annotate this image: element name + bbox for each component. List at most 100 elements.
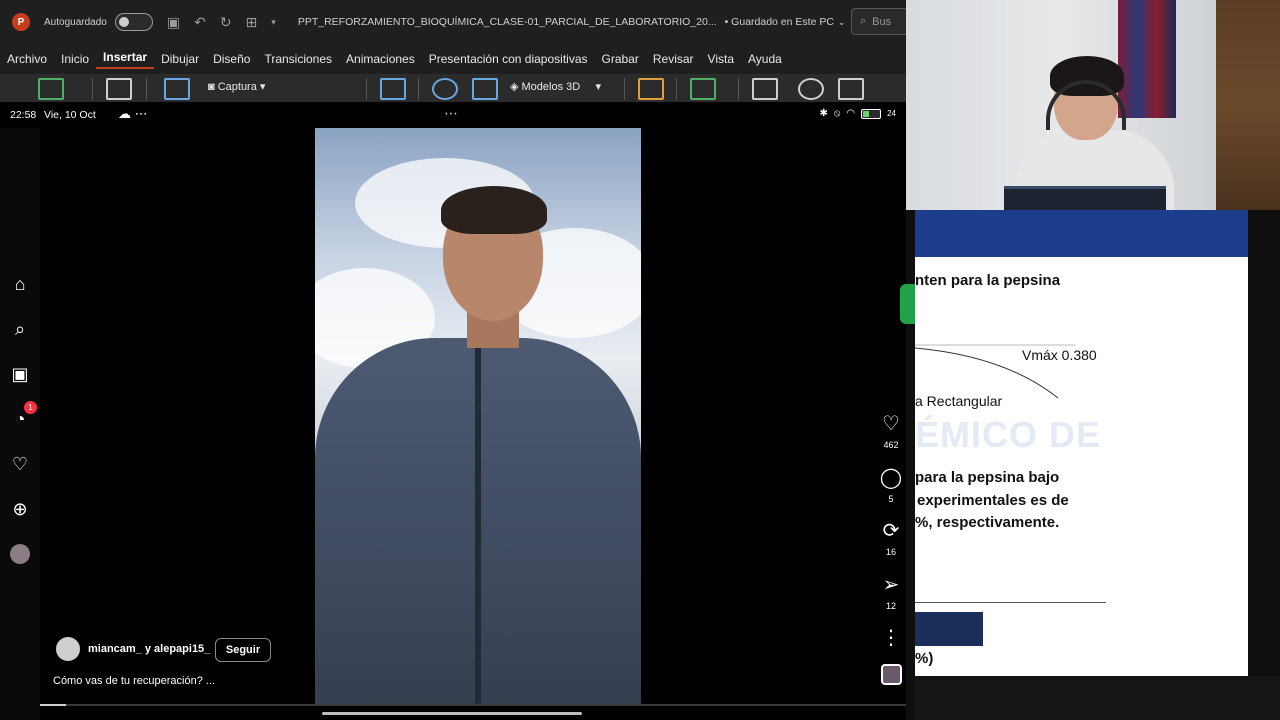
cloud-more-icon: ☁ ⋯ — [118, 106, 148, 121]
more-vertical-icon[interactable]: ⋮ — [874, 626, 908, 650]
repost-action[interactable]: ⟳ 16 — [874, 519, 908, 557]
table-icon[interactable] — [106, 78, 132, 100]
audio-thumbnail[interactable] — [881, 664, 902, 685]
slide-paragraph-line-2: experimentales es de — [917, 492, 1069, 509]
tab-transiciones[interactable]: Transiciones — [257, 52, 339, 66]
author-avatar[interactable] — [54, 635, 82, 663]
instagram-nav-rail: ⌂ ⌕ ▣ ◔ 1 ♡ ⊕ — [0, 128, 40, 720]
profile-avatar[interactable] — [6, 540, 34, 568]
share-count: 12 — [885, 601, 896, 611]
video-progress-fill — [40, 704, 66, 706]
share-action[interactable]: ➢ 12 — [874, 573, 908, 611]
tab-animaciones[interactable]: Animaciones — [339, 52, 422, 66]
document-title[interactable]: PPT_REFORZAMIENTO_BIOQUÍMICA_CLASE-01_PA… — [298, 16, 717, 28]
tab-insertar[interactable]: Insertar — [96, 50, 155, 69]
saved-status[interactable]: • Guardado en Este PC — [725, 16, 834, 28]
tab-revisar[interactable]: Revisar — [646, 52, 701, 66]
more-options[interactable]: ⋮ — [874, 626, 908, 650]
create-icon[interactable]: ⊕ — [6, 495, 34, 523]
send-icon[interactable]: ➢ — [874, 573, 908, 597]
undo-icon[interactable]: ↶ — [194, 14, 206, 31]
tab-vista[interactable]: Vista — [701, 52, 741, 66]
ribbon-toolbar: ◙ Captura ▾ ◈ Modelos 3D ▾ — [0, 74, 906, 102]
comment-action[interactable]: ◯ 5 — [874, 466, 908, 504]
slide-footer-text: %) — [915, 650, 934, 667]
heart-icon[interactable]: ♡ — [6, 450, 34, 478]
status-time: 22:58 — [10, 109, 37, 121]
slide-dark-box — [915, 612, 983, 646]
tab-ayuda[interactable]: Ayuda — [741, 52, 789, 66]
jacket-zipper — [475, 348, 481, 706]
watermark-text: ÉMICO DE — [915, 414, 1102, 455]
form-icon[interactable] — [690, 78, 716, 100]
icons-icon[interactable] — [472, 78, 498, 100]
screenshot-icon[interactable] — [752, 78, 778, 100]
heart-icon[interactable]: ♡ — [874, 412, 908, 436]
image-icon[interactable] — [164, 78, 190, 100]
ribbon-separator — [92, 78, 93, 100]
reels-icon[interactable]: ▣ — [6, 360, 34, 388]
presentation-slide: nten para la pepsina Vmáx 0.380 a Rectan… — [915, 210, 1248, 676]
home-icon[interactable]: ⌂ — [6, 270, 34, 298]
shapes-icon[interactable] — [432, 78, 458, 100]
ribbon-separator — [676, 78, 677, 100]
models-3d-button[interactable]: ◈ Modelos 3D ▾ — [510, 80, 601, 93]
capture-button[interactable]: ◙ Captura ▾ — [208, 80, 265, 93]
ribbon-separator — [366, 78, 367, 100]
reel-video[interactable] — [315, 128, 641, 706]
search-icon[interactable]: ⌕ — [6, 315, 34, 343]
present-icon[interactable]: ⊞ — [246, 14, 258, 31]
tab-grabar[interactable]: Grabar — [595, 52, 646, 66]
bottom-gutter — [915, 676, 1280, 720]
messenger-badge: 1 — [24, 401, 37, 414]
new-slide-icon[interactable] — [38, 78, 64, 100]
powerpoint-logo-icon: P — [12, 13, 30, 31]
customize-quick-access-icon[interactable]: ▾ — [271, 17, 276, 28]
tab-presentacion[interactable]: Presentación con diapositivas — [422, 52, 595, 66]
repost-count: 16 — [885, 547, 896, 557]
album-icon[interactable] — [380, 78, 406, 100]
autosave-toggle[interactable] — [114, 13, 153, 31]
slide-rule — [915, 602, 1106, 603]
post-caption[interactable]: Cómo vas de tu recuperación? ... — [53, 675, 215, 687]
search-input[interactable]: ⌕ Bus — [851, 8, 911, 35]
tab-archivo[interactable]: Archivo — [0, 52, 54, 66]
comment-icon[interactable]: ◯ — [874, 466, 908, 490]
redo-icon[interactable]: ↻ — [220, 14, 232, 31]
tab-diseno[interactable]: Diseño — [206, 52, 257, 66]
chevron-down-icon[interactable]: ⌄ — [838, 17, 846, 28]
battery-icon — [861, 108, 882, 119]
like-action[interactable]: ♡ 462 — [874, 412, 908, 450]
capture-label: Captura — [217, 81, 257, 93]
more-dots-icon[interactable]: ⋯ — [444, 105, 459, 122]
video-progress-track[interactable] — [40, 704, 906, 706]
tab-dibujar[interactable]: Dibujar — [154, 52, 206, 66]
battery-level: 24 — [887, 109, 896, 118]
follow-button[interactable]: Seguir — [215, 638, 271, 662]
phone-status-bar: 22:58 Vie, 10 Oct ☁ ⋯ ⋯ ✱ ⦸ ◠ 24 — [0, 102, 906, 128]
status-date: Vie, 10 Oct — [44, 109, 96, 121]
comment-count: 5 — [888, 494, 894, 504]
save-icon[interactable]: ▣ — [167, 14, 180, 31]
link-icon[interactable] — [798, 78, 824, 100]
messenger-icon[interactable]: ◔ 1 — [6, 401, 37, 433]
wifi-icon: ◠ — [846, 108, 856, 119]
vmax-label: Vmáx 0.380 — [1022, 347, 1097, 363]
search-placeholder: Bus — [872, 15, 892, 28]
repost-icon[interactable]: ⟳ — [874, 519, 908, 543]
chart-icon[interactable] — [638, 78, 664, 100]
post-authors[interactable]: miancam_ y alepapi15_ — [88, 643, 210, 655]
right-gutter — [1248, 210, 1280, 720]
rect-label: a Rectangular — [915, 393, 1003, 409]
instagram-reels-view: 22:58 Vie, 10 Oct ☁ ⋯ ⋯ ✱ ⦸ ◠ 24 ⌂ ⌕ ▣ ◔… — [0, 102, 906, 720]
tab-inicio[interactable]: Inicio — [54, 52, 96, 66]
webcam-feed — [906, 0, 1216, 210]
search-icon: ⌕ — [860, 15, 867, 27]
autosave-label: Autoguardado — [44, 16, 107, 28]
ribbon-separator — [624, 78, 625, 100]
slide-heading: nten para la pepsina — [915, 272, 1061, 289]
star-action-icon[interactable] — [838, 78, 864, 100]
home-indicator — [322, 712, 582, 715]
whatsapp-tab[interactable] — [900, 284, 915, 324]
slide-paragraph-line-3: %, respectivamente. — [915, 514, 1060, 531]
